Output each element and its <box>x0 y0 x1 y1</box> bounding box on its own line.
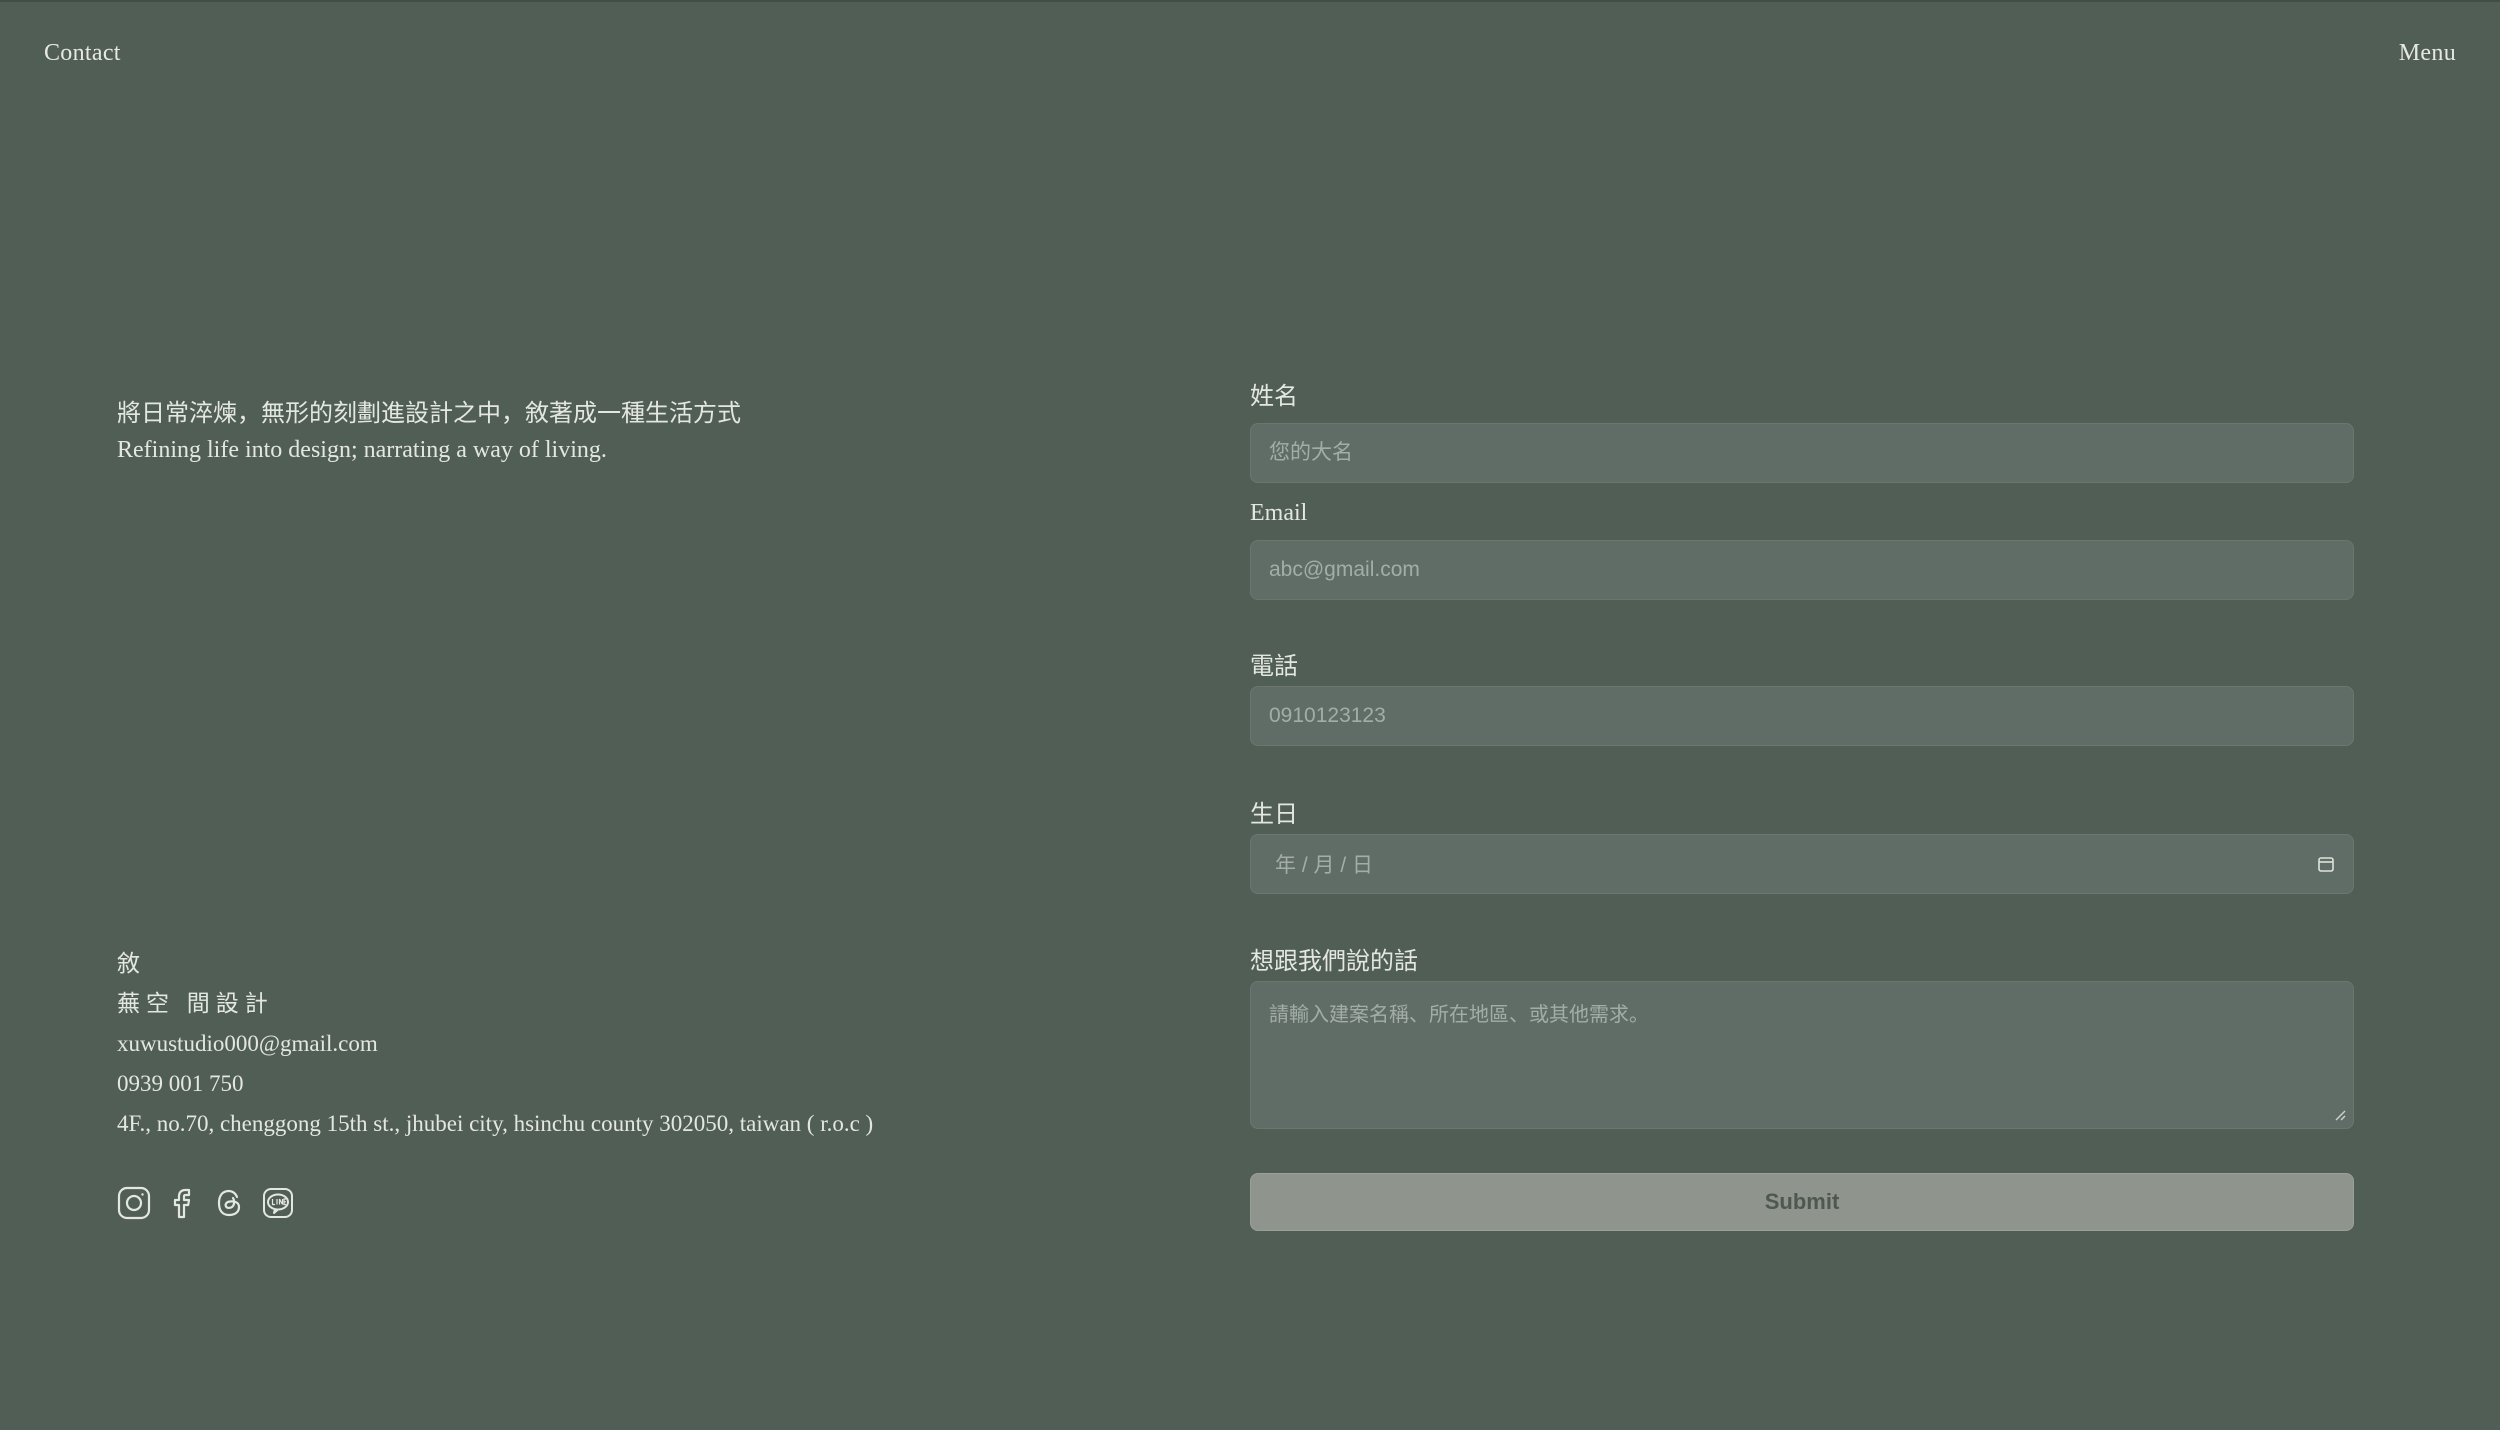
birthday-placeholder: 年 / 月 / 日 <box>1275 854 1374 877</box>
phone-input[interactable] <box>1250 686 2354 746</box>
calendar-icon[interactable] <box>2317 855 2335 873</box>
resize-grip-icon[interactable] <box>2332 1107 2346 1121</box>
social-links <box>117 1186 295 1220</box>
studio-phone[interactable]: 0939 001 750 <box>117 1064 873 1104</box>
email-label: Email <box>1250 500 1308 526</box>
studio-email[interactable]: xuwustudio000@gmail.com <box>117 1024 873 1064</box>
birthday-input[interactable]: 年 / 月 / 日 <box>1250 834 2354 894</box>
email-input[interactable] <box>1250 540 2354 600</box>
phone-label: 電話 <box>1250 654 1298 680</box>
tagline: 將日常淬煉，無形的刻劃進設計之中，敘著成一種生活方式 Refining life… <box>117 396 741 468</box>
instagram-icon[interactable] <box>117 1186 151 1220</box>
nav-contact-link[interactable]: Contact <box>44 40 121 67</box>
line-icon[interactable] <box>261 1186 295 1220</box>
studio-address: 4F., no.70, chenggong 15th st., jhubei c… <box>117 1111 874 1136</box>
facebook-icon[interactable] <box>165 1186 199 1220</box>
studio-name-line2: 蕪空 間設計 <box>117 991 274 1016</box>
name-label: 姓名 <box>1250 384 1298 410</box>
threads-icon[interactable] <box>213 1186 247 1220</box>
menu-button[interactable]: Menu <box>2399 40 2456 67</box>
studio-name-line1: 敘 <box>117 951 146 976</box>
tagline-en: Refining life into design; narrating a w… <box>117 437 607 463</box>
birthday-label: 生日 <box>1250 802 1298 828</box>
message-label: 想跟我們說的話 <box>1250 949 1418 975</box>
tagline-zh: 將日常淬煉，無形的刻劃進設計之中，敘著成一種生活方式 <box>117 401 741 427</box>
message-textarea[interactable] <box>1250 981 2354 1129</box>
name-input[interactable] <box>1250 423 2354 483</box>
submit-button[interactable]: Submit <box>1250 1173 2354 1231</box>
studio-info: 敘 蕪空 間設計 xuwustudio000@gmail.com 0939 00… <box>117 944 873 1144</box>
top-border <box>0 0 2500 2</box>
